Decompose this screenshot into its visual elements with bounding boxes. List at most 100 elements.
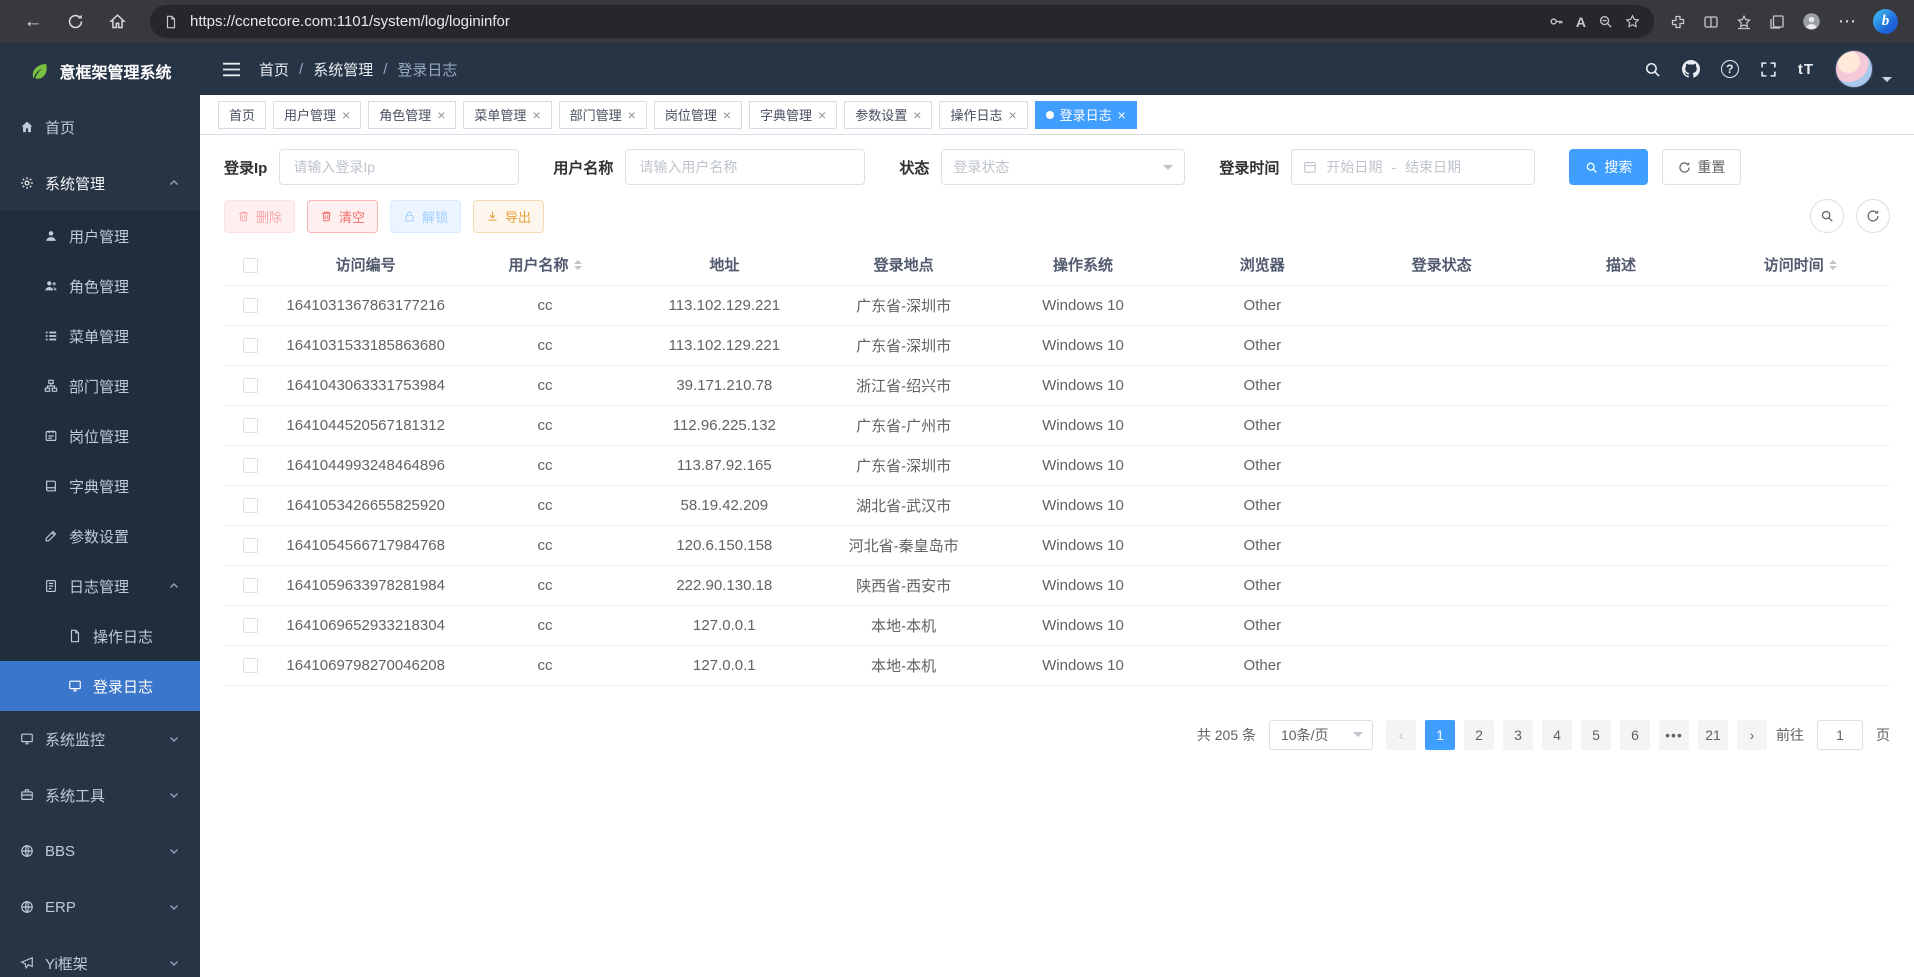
sidebar-item-position-management[interactable]: 岗位管理 [0, 411, 200, 461]
more-pages-button[interactable]: ••• [1659, 720, 1689, 750]
reset-button[interactable]: 重置 [1662, 149, 1741, 185]
sidebar-item-bbs[interactable]: BBS [0, 823, 200, 879]
delete-button[interactable]: 删除 [224, 200, 295, 233]
row-checkbox[interactable] [243, 658, 258, 673]
tab-close-icon[interactable]: × [437, 108, 445, 122]
tab-operation-log[interactable]: 操作日志× [939, 101, 1027, 129]
select-all-checkbox[interactable] [243, 258, 258, 273]
table-row[interactable]: 1641069652933218304 cc 127.0.0.1 本地-本机 W… [224, 605, 1890, 645]
sidebar-item-system-management[interactable]: 系统管理 [0, 155, 200, 211]
table-row[interactable]: 1641059633978281984 cc 222.90.130.18 陕西省… [224, 565, 1890, 605]
sidebar-item-department-management[interactable]: 部门管理 [0, 361, 200, 411]
url-text[interactable]: https://ccnetcore.com:1101/system/log/lo… [190, 13, 1537, 30]
password-key-icon[interactable] [1549, 14, 1564, 29]
login-ip-input[interactable] [279, 149, 519, 185]
row-checkbox[interactable] [243, 338, 258, 353]
add-favorite-icon[interactable] [1625, 14, 1640, 29]
sort-icon[interactable] [1829, 256, 1837, 274]
refresh-table-button[interactable] [1856, 199, 1890, 233]
sidebar-item-system-tools[interactable]: 系统工具 [0, 767, 200, 823]
collections-icon[interactable] [1769, 14, 1785, 30]
zoom-icon[interactable] [1598, 14, 1613, 29]
clear-button[interactable]: 清空 [307, 200, 378, 233]
browser-profile-icon[interactable] [1802, 12, 1821, 31]
row-checkbox[interactable] [243, 378, 258, 393]
search-button[interactable]: 搜索 [1569, 149, 1648, 185]
next-page-button[interactable]: › [1737, 720, 1767, 750]
tab-home[interactable]: 首页 [218, 101, 266, 129]
github-icon[interactable] [1682, 60, 1700, 78]
tab-close-icon[interactable]: × [1008, 108, 1016, 122]
search-icon[interactable] [1644, 61, 1661, 78]
table-row[interactable]: 1641054566717984768 cc 120.6.150.158 河北省… [224, 525, 1890, 565]
favorites-icon[interactable] [1736, 14, 1752, 30]
tab-close-icon[interactable]: × [1118, 108, 1126, 122]
table-row[interactable]: 1641031367863177216 cc 113.102.129.221 广… [224, 285, 1890, 325]
app-logo[interactable]: 意框架管理系统 [0, 43, 200, 99]
date-range-picker[interactable]: 开始日期 - 结束日期 [1291, 149, 1535, 185]
sidebar-item-erp[interactable]: ERP [0, 879, 200, 935]
sidebar-item-log-management[interactable]: 日志管理 [0, 561, 200, 611]
page-button-2[interactable]: 2 [1464, 720, 1494, 750]
browser-menu-icon[interactable]: ⋯ [1838, 11, 1856, 32]
split-screen-icon[interactable] [1703, 14, 1719, 30]
address-bar[interactable]: https://ccnetcore.com:1101/system/log/lo… [150, 5, 1654, 38]
avatar[interactable] [1835, 50, 1873, 88]
table-row[interactable]: 1641053426655825920 cc 58.19.42.209 湖北省-… [224, 485, 1890, 525]
read-aloud-icon[interactable]: A [1576, 14, 1586, 30]
page-button-5[interactable]: 5 [1581, 720, 1611, 750]
table-row[interactable]: 1641031533185863680 cc 113.102.129.221 广… [224, 325, 1890, 365]
goto-page-input[interactable] [1817, 720, 1863, 750]
fullscreen-icon[interactable] [1760, 61, 1777, 78]
browser-home-button[interactable] [100, 5, 134, 39]
toggle-search-button[interactable] [1810, 199, 1844, 233]
sidebar-item-parameter-settings[interactable]: 参数设置 [0, 511, 200, 561]
breadcrumb-section[interactable]: 系统管理 [313, 59, 373, 80]
tab-close-icon[interactable]: × [532, 108, 540, 122]
row-checkbox[interactable] [243, 418, 258, 433]
help-icon[interactable]: ? [1721, 60, 1739, 78]
tab-login-log[interactable]: 登录日志× [1035, 101, 1137, 129]
sidebar-item-user-management[interactable]: 用户管理 [0, 211, 200, 261]
browser-refresh-button[interactable] [58, 5, 92, 39]
tab-department-management[interactable]: 部门管理× [559, 101, 647, 129]
tab-close-icon[interactable]: × [913, 108, 921, 122]
sidebar-item-dictionary-management[interactable]: 字典管理 [0, 461, 200, 511]
site-info-icon[interactable] [164, 15, 178, 29]
tab-user-management[interactable]: 用户管理× [273, 101, 361, 129]
tab-close-icon[interactable]: × [818, 108, 826, 122]
username-input[interactable] [625, 149, 865, 185]
sort-icon[interactable] [574, 256, 582, 274]
tab-close-icon[interactable]: × [723, 108, 731, 122]
browser-back-button[interactable]: ← [16, 5, 50, 39]
row-checkbox[interactable] [243, 458, 258, 473]
unlock-button[interactable]: 解锁 [390, 200, 461, 233]
font-size-icon[interactable]: tT [1798, 61, 1814, 78]
tab-close-icon[interactable]: × [342, 108, 350, 122]
extensions-icon[interactable] [1670, 14, 1686, 30]
sidebar-item-yi-framework[interactable]: Yi框架 [0, 935, 200, 977]
status-select[interactable]: 登录状态 [941, 149, 1185, 185]
sidebar-toggle-icon[interactable] [222, 61, 241, 78]
tab-position-management[interactable]: 岗位管理× [654, 101, 742, 129]
copilot-icon[interactable]: b [1873, 9, 1898, 34]
row-checkbox[interactable] [243, 618, 258, 633]
tab-role-management[interactable]: 角色管理× [368, 101, 456, 129]
sidebar-item-menu-management[interactable]: 菜单管理 [0, 311, 200, 361]
page-size-select[interactable]: 10条/页 [1269, 720, 1373, 750]
table-row[interactable]: 1641044520567181312 cc 112.96.225.132 广东… [224, 405, 1890, 445]
column-header-visit-time[interactable]: 访问时间 [1711, 245, 1890, 285]
table-row[interactable]: 1641044993248464896 cc 113.87.92.165 广东省… [224, 445, 1890, 485]
page-button-1[interactable]: 1 [1425, 720, 1455, 750]
page-button-6[interactable]: 6 [1620, 720, 1650, 750]
row-checkbox[interactable] [243, 538, 258, 553]
sidebar-item-login-log[interactable]: 登录日志 [0, 661, 200, 711]
export-button[interactable]: 导出 [473, 200, 544, 233]
tab-menu-management[interactable]: 菜单管理× [463, 101, 551, 129]
table-row[interactable]: 1641043063331753984 cc 39.171.210.78 浙江省… [224, 365, 1890, 405]
sidebar-item-operation-log[interactable]: 操作日志 [0, 611, 200, 661]
page-button-21[interactable]: 21 [1698, 720, 1728, 750]
table-row[interactable]: 1641069798270046208 cc 127.0.0.1 本地-本机 W… [224, 645, 1890, 685]
tab-parameter-settings[interactable]: 参数设置× [844, 101, 932, 129]
start-date-placeholder[interactable]: 开始日期 [1326, 157, 1382, 177]
